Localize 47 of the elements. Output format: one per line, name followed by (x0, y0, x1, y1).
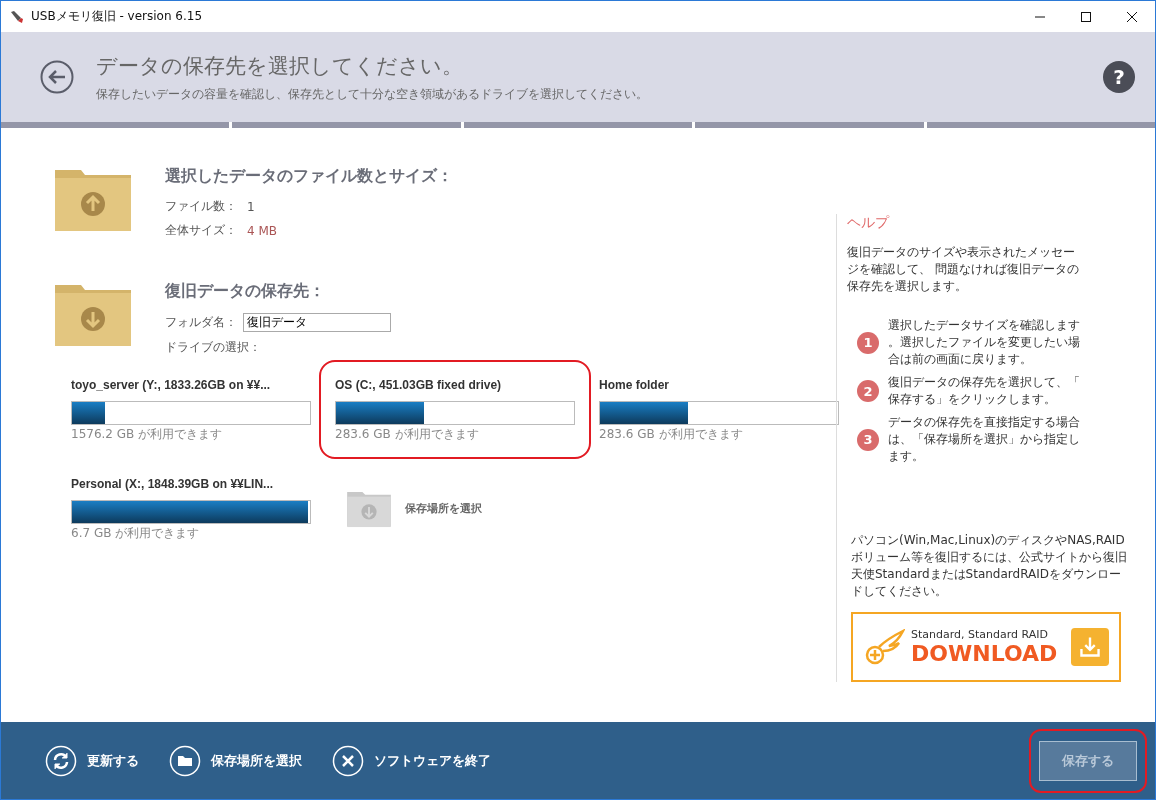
info-value: 1 (247, 199, 255, 214)
drive-name: Home folder (599, 378, 670, 392)
step-number: 1 (857, 331, 879, 354)
step-number: 3 (857, 428, 879, 451)
drive-name: Personal (X:, 1848.39GB on ¥¥LIN... (71, 477, 275, 491)
window-title: USBメモリ復旧 - version 6.15 (31, 8, 203, 25)
section-heading: 復旧データの保存先： (165, 281, 326, 302)
help-title: ヘルプ (847, 214, 891, 232)
folder-icon[interactable] (345, 489, 393, 528)
close-icon (332, 744, 364, 777)
help-button[interactable]: ? (1103, 61, 1135, 93)
folder-name-field[interactable]: 復旧データ (243, 313, 391, 332)
footer-action-button[interactable]: 更新する (45, 744, 151, 777)
folder-name-label: フォルダ名： (165, 314, 237, 331)
step-number: 2 (857, 380, 879, 402)
download-banner[interactable]: Standard, Standard RAID DOWNLOAD (851, 612, 1121, 682)
drive-select-label: ドライブの選択： (165, 339, 261, 356)
drive-free-space: 283.6 GB が利用できます (335, 426, 480, 443)
page-subtitle: 保存したいデータの容量を確認し、保存先として十分な空き領域があるドライブを選択してください。 (96, 85, 649, 103)
download-icon[interactable] (1071, 628, 1109, 666)
highlight-ring[interactable]: OS (C:, 451.03GB fixed drive) 283.6 GB が利用できます (319, 360, 591, 459)
app-logo-icon (9, 8, 25, 25)
drive-item[interactable]: Personal (X:, 1848.39GB on ¥¥LIN... 6.7 GB が利用できます (55, 459, 327, 558)
wing-icon (865, 629, 905, 665)
step-text: 選択したデータサイズを確認します。選択したファイルを変更したい場合は前の画面に戻ります。 (888, 317, 1081, 368)
help-intro: 復旧データのサイズや表示されたメッセージを確認して、 問題なければ復旧データの保存先を選択します。 (847, 244, 1080, 295)
section-heading: 選択したデータのファイル数とサイズ： (165, 166, 453, 187)
info-label: ファイル数： (165, 198, 237, 215)
download-note: パソコン(Win,Mac,Linux)のディスクやNAS,RAIDボリューム等を復旧するには、公式サイトから復旧天使StandardまたはStandardRAIDをダウンロードしてください。 (850, 532, 1127, 600)
info-label: 全体サイズ： (165, 222, 237, 239)
download-caption: Standard, Standard RAID (911, 628, 1049, 641)
drive-name: toyo_server (Y:, 1833.26GB on ¥¥... (71, 378, 272, 392)
step-text: 復旧データの保存先を選択して、「保存する」をクリックします。 (888, 374, 1081, 408)
drive-free-space: 1576.2 GB が利用できます (71, 426, 224, 443)
footer-action-button[interactable]: 保存場所を選択 (169, 744, 314, 777)
download-label: DOWNLOAD (911, 641, 1059, 666)
drive-name: OS (C:, 451.03GB fixed drive) (335, 378, 503, 392)
refresh-icon (45, 744, 77, 777)
footer-action-button[interactable]: ソフトウェアを終了 (332, 744, 503, 777)
drive-free-space: 283.6 GB が利用できます (599, 426, 744, 443)
folder-icon (169, 744, 201, 777)
step-text: データの保存先を直接指定する場合は、「保存場所を選択」から指定します。 (888, 414, 1081, 465)
drive-free-space: 6.7 GB が利用できます (71, 525, 201, 542)
back-icon[interactable] (40, 60, 74, 94)
info-value: 4 MB (247, 223, 278, 238)
browse-location-link[interactable]: 保存場所を選択 (405, 501, 482, 516)
page-title: データの保存先を選択してください。 (96, 52, 464, 80)
